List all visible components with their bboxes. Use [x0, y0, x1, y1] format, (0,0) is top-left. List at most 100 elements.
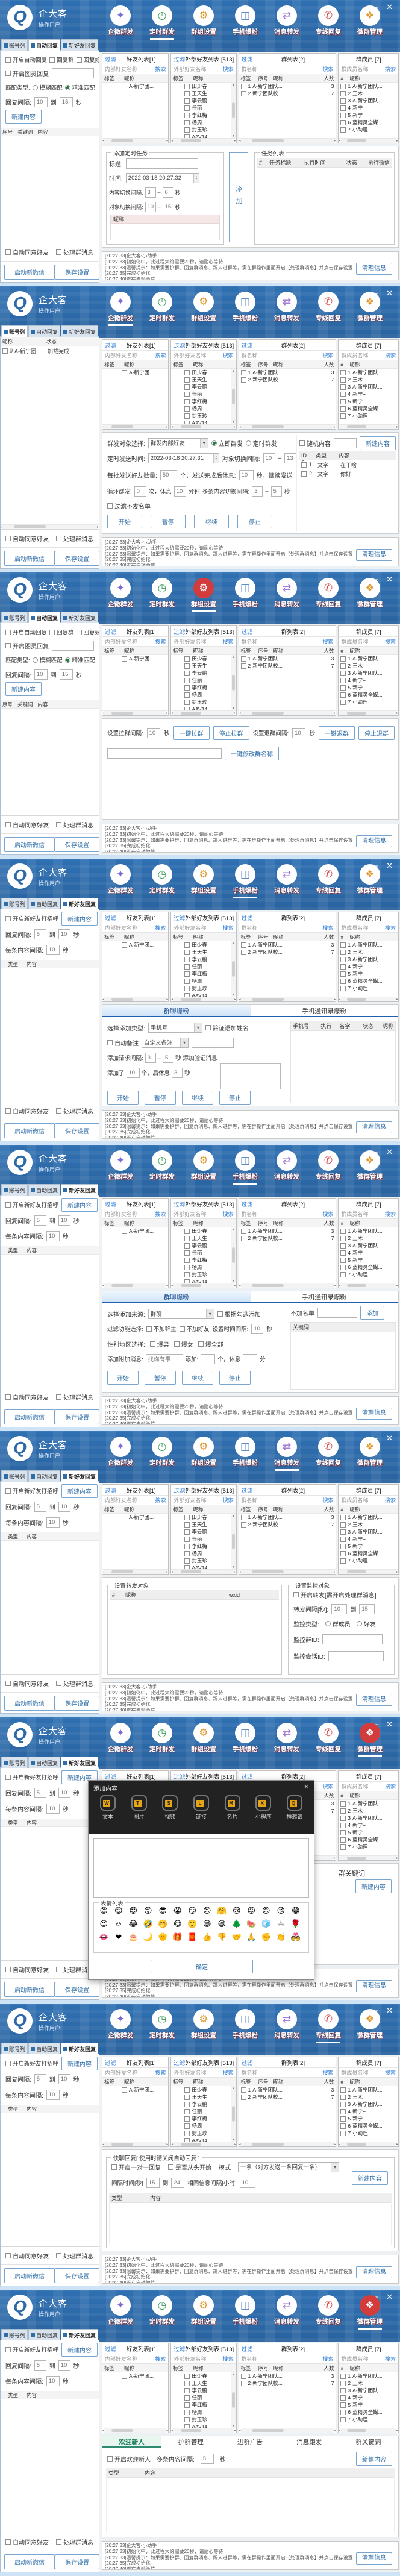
nav-item-group-manage[interactable]: ❖微群管理	[353, 1723, 387, 1754]
content-row[interactable]: 1文字在干啥	[299, 460, 396, 469]
scrollbar-thumb[interactable]	[347, 425, 366, 428]
list-item[interactable]: AAV14	[171, 706, 236, 710]
list-item[interactable]: 7小助理	[339, 126, 398, 133]
list-item[interactable]: 任丽	[171, 1249, 236, 1256]
list-item[interactable]: 3A-新宁团队...	[339, 956, 398, 963]
filter-link[interactable]: 过滤	[242, 627, 253, 636]
horizontal-scrollbar[interactable]: ◂▸	[339, 2428, 398, 2433]
list-item[interactable]: A-新宁团...	[102, 369, 168, 376]
row-checkbox[interactable]	[340, 1272, 346, 1277]
row-checkbox[interactable]	[184, 413, 190, 419]
search-input[interactable]: 群名称	[242, 2355, 258, 2363]
list-item[interactable]: 7小助理	[339, 1271, 398, 1278]
scrollbar-thumb[interactable]	[252, 712, 284, 715]
row-checkbox[interactable]	[184, 692, 190, 698]
object-from-input[interactable]: 10	[145, 202, 156, 212]
list-item[interactable]: AAV14	[171, 133, 236, 138]
scrollbar-thumb[interactable]	[347, 2429, 366, 2432]
filter-link[interactable]: 过滤	[173, 1486, 185, 1494]
send-now-radio[interactable]: 立即群发	[211, 439, 243, 448]
emoji-item[interactable]: 🤣	[141, 1917, 156, 1931]
nav-item-line-reply[interactable]: ✆专线回复	[311, 864, 345, 895]
list-item[interactable]: 6蓝精灵全媒...	[339, 2122, 398, 2129]
search-button[interactable]: 搜索	[385, 1496, 396, 1504]
interval-to-input[interactable]: 15	[60, 669, 73, 680]
search-input[interactable]: 群名称	[242, 924, 258, 932]
horizontal-scrollbar[interactable]: ◂▸	[102, 424, 168, 429]
search-button[interactable]: 搜索	[155, 924, 166, 932]
row-checkbox[interactable]	[184, 2123, 190, 2129]
row-checkbox[interactable]	[241, 1229, 246, 1234]
scroll-right-icon[interactable]: ▸	[234, 2428, 236, 2433]
scroll-right-icon[interactable]: ▸	[334, 425, 336, 429]
fi-from-input[interactable]: 10	[331, 1604, 347, 1614]
list-item[interactable]: 6蓝精灵全媒...	[339, 977, 398, 985]
emoji-item[interactable]: 😣	[200, 1904, 215, 1917]
list-item[interactable]: 2新宁团队校...7	[239, 1521, 336, 1528]
search-button[interactable]: 搜索	[322, 2355, 333, 2363]
row-checkbox[interactable]	[184, 2087, 190, 2093]
list-item[interactable]: 7小助理	[339, 412, 398, 419]
scrollbar-thumb[interactable]	[232, 102, 235, 118]
horizontal-scrollbar[interactable]: ◂▸	[102, 138, 168, 143]
emoji-item[interactable]: 🙏	[244, 1931, 259, 1944]
nav-item-timed-send[interactable]: ◷定时群发	[145, 1437, 179, 1468]
sidebar-tab-accounts[interactable]: 账号列	[1, 2329, 28, 2340]
scroll-right-icon[interactable]: ▸	[396, 2428, 398, 2433]
nav-item-group-manage[interactable]: ❖微群管理	[353, 292, 387, 323]
list-item[interactable]: 6蓝精灵全媒...	[339, 1550, 398, 1557]
search-input[interactable]: 内部好友名称	[105, 1496, 137, 1504]
horizontal-scrollbar[interactable]: ◂▸	[339, 1569, 398, 1574]
row-checkbox[interactable]	[340, 678, 346, 683]
row-checkbox[interactable]	[340, 1243, 346, 1249]
save-settings-button[interactable]: 保存设置	[55, 2554, 99, 2569]
row-checkbox[interactable]	[122, 2374, 127, 2379]
start-wechat-button[interactable]: 启动新微信	[4, 2554, 55, 2569]
per-content-input[interactable]: 10	[46, 1231, 60, 1241]
list-item[interactable]: 李红梅	[171, 398, 236, 405]
row-checkbox[interactable]	[340, 1544, 346, 1549]
filter-link[interactable]: 过滤	[242, 341, 253, 349]
horizontal-scrollbar[interactable]: ◂▸	[171, 997, 236, 1001]
horizontal-scrollbar[interactable]: ◂▸	[339, 710, 398, 715]
scroll-right-icon[interactable]: ▸	[334, 1570, 336, 1574]
row-checkbox[interactable]	[184, 2381, 190, 2386]
search-button[interactable]: 搜索	[223, 2069, 234, 2076]
list-item[interactable]: A-新宁团...	[102, 2086, 168, 2093]
row-checkbox[interactable]	[184, 685, 190, 691]
new-content-button[interactable]: 新建内容	[61, 2057, 98, 2070]
list-item[interactable]: 1A-新宁团队...	[339, 1800, 398, 1807]
scrollbar-thumb[interactable]	[181, 1570, 201, 1573]
close-button[interactable]: ✕	[386, 1720, 393, 1729]
per-content-input[interactable]: 10	[46, 2376, 60, 2386]
nav-item-qiwei-send[interactable]: ✦企微群发	[104, 1150, 137, 1182]
scrollbar-thumb[interactable]	[111, 1284, 133, 1287]
scrollbar-thumb[interactable]	[252, 998, 284, 1001]
search-input[interactable]: 群名称	[242, 65, 258, 73]
nav-item-qiwei-send[interactable]: ✦企微群发	[104, 292, 137, 323]
row-checkbox[interactable]	[340, 84, 346, 89]
search-input[interactable]: 群成员名称	[341, 924, 368, 932]
row-checkbox[interactable]	[340, 986, 346, 991]
enable-welcome-checkbox[interactable]: 开启欢迎新人	[107, 2454, 151, 2463]
search-button[interactable]: 搜索	[155, 65, 166, 73]
auto-agree-checkbox[interactable]: 自动同意好友	[5, 1393, 49, 1402]
row-checkbox[interactable]	[340, 2131, 346, 2136]
list-item[interactable]: 4新宁+	[339, 1535, 398, 1543]
list-item[interactable]: 李云鹏	[171, 669, 236, 677]
search-button[interactable]: 搜索	[385, 924, 396, 932]
emoji-item[interactable]: 🤝	[230, 1931, 245, 1944]
list-item[interactable]: 田少春	[171, 83, 236, 90]
row-checkbox[interactable]	[340, 656, 346, 662]
emoji-item[interactable]: ✊	[259, 1931, 274, 1944]
list-item[interactable]: 1A-新宁团队...	[339, 655, 398, 662]
row-checkbox[interactable]	[340, 1529, 346, 1535]
row-checkbox[interactable]	[241, 656, 246, 662]
nav-item-line-reply[interactable]: ✆专线回复	[311, 5, 345, 37]
nav-item-phone-fans[interactable]: ◫手机爆粉	[228, 1723, 262, 1754]
list-item[interactable]: 4新宁+	[339, 1249, 398, 1256]
emoji-item[interactable]: 🧧	[185, 1931, 200, 1944]
process-group-msg-checkbox[interactable]: 处理群消息	[56, 820, 93, 829]
new-content-button[interactable]: 新建内容	[61, 912, 98, 926]
emoji-item[interactable]: 🧊	[259, 1917, 274, 1931]
